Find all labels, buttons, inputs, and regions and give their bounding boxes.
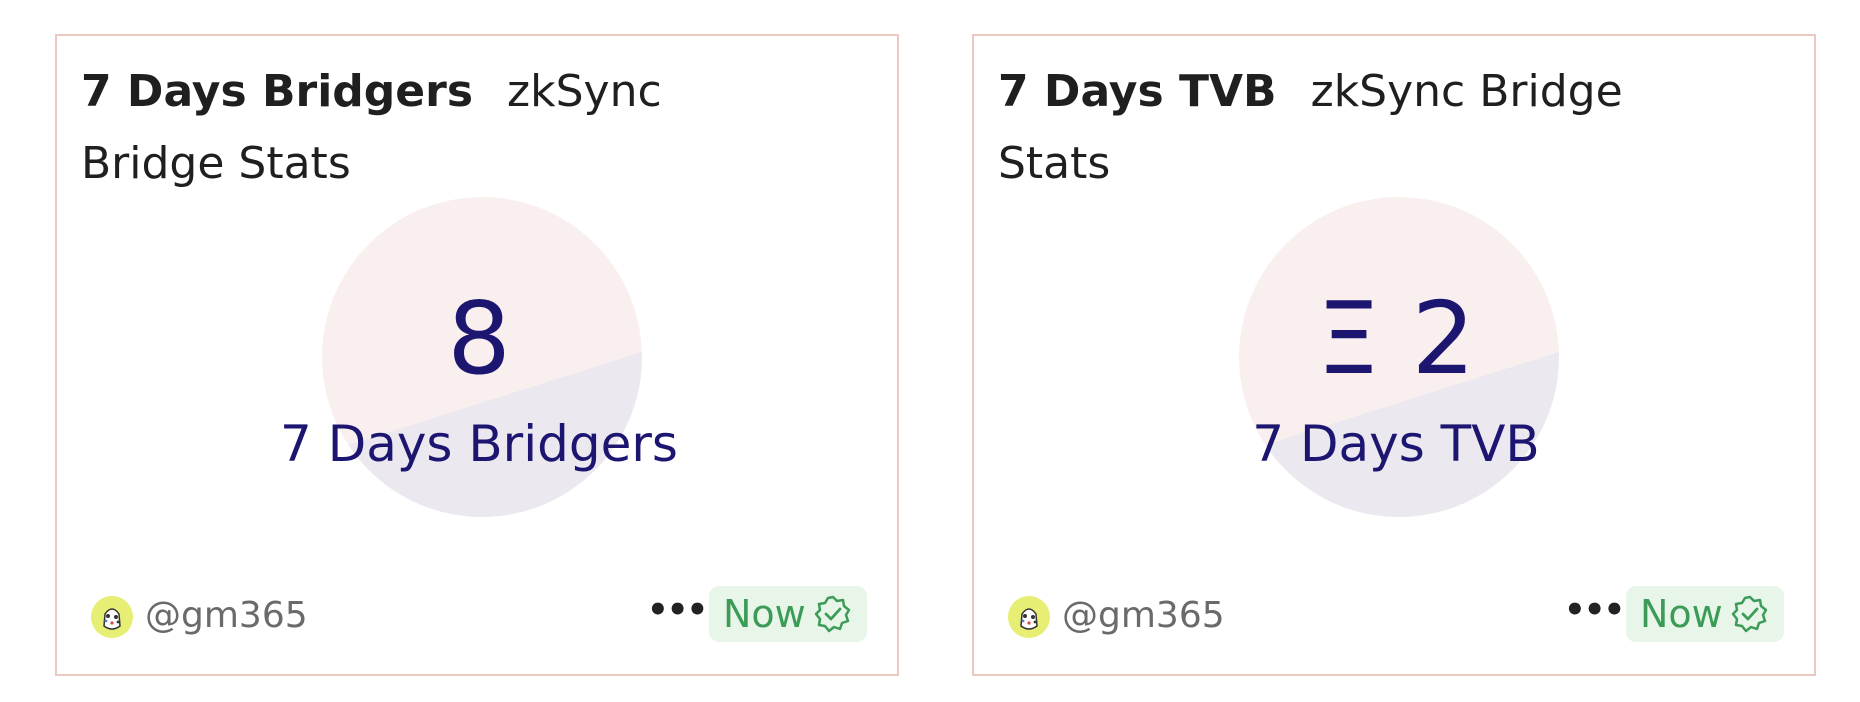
- stat-card-bridgers[interactable]: 7 Days Bridgers zkSync Bridge Stats 8 7 D…: [55, 34, 899, 676]
- author-username[interactable]: @gm365: [145, 592, 308, 640]
- card-footer: @gm365 ••• Now: [974, 586, 1814, 646]
- metric-value: Ξ 2: [1316, 280, 1476, 397]
- ellipsis-icon[interactable]: •••: [1564, 586, 1625, 634]
- stat-card-tvb[interactable]: 7 Days TVB zkSync Bridge Stats Ξ 2 7 Days…: [972, 34, 1816, 676]
- status-badge[interactable]: Now: [1626, 586, 1784, 642]
- status-badge[interactable]: Now: [709, 586, 867, 642]
- author-username[interactable]: @gm365: [1062, 592, 1225, 640]
- metric-label: 7 Days Bridgers: [280, 415, 678, 473]
- status-text: Now: [1640, 592, 1723, 636]
- metric-label: 7 Days TVB: [1252, 415, 1540, 473]
- status-text: Now: [723, 592, 806, 636]
- metric-value: 8: [447, 280, 511, 397]
- ellipsis-icon[interactable]: •••: [647, 586, 708, 634]
- verified-check-icon: [1731, 595, 1768, 633]
- user-avatar[interactable]: [91, 596, 133, 638]
- user-avatar[interactable]: [1008, 596, 1050, 638]
- card-title: 7 Days TVB zkSync Bridge Stats: [998, 56, 1718, 200]
- card-title: 7 Days Bridgers zkSync Bridge Stats: [81, 56, 801, 200]
- verified-check-icon: [814, 595, 851, 633]
- card-title-main: 7 Days Bridgers: [81, 66, 474, 117]
- card-title-main: 7 Days TVB: [998, 66, 1277, 117]
- card-footer: @gm365 ••• Now: [57, 586, 897, 646]
